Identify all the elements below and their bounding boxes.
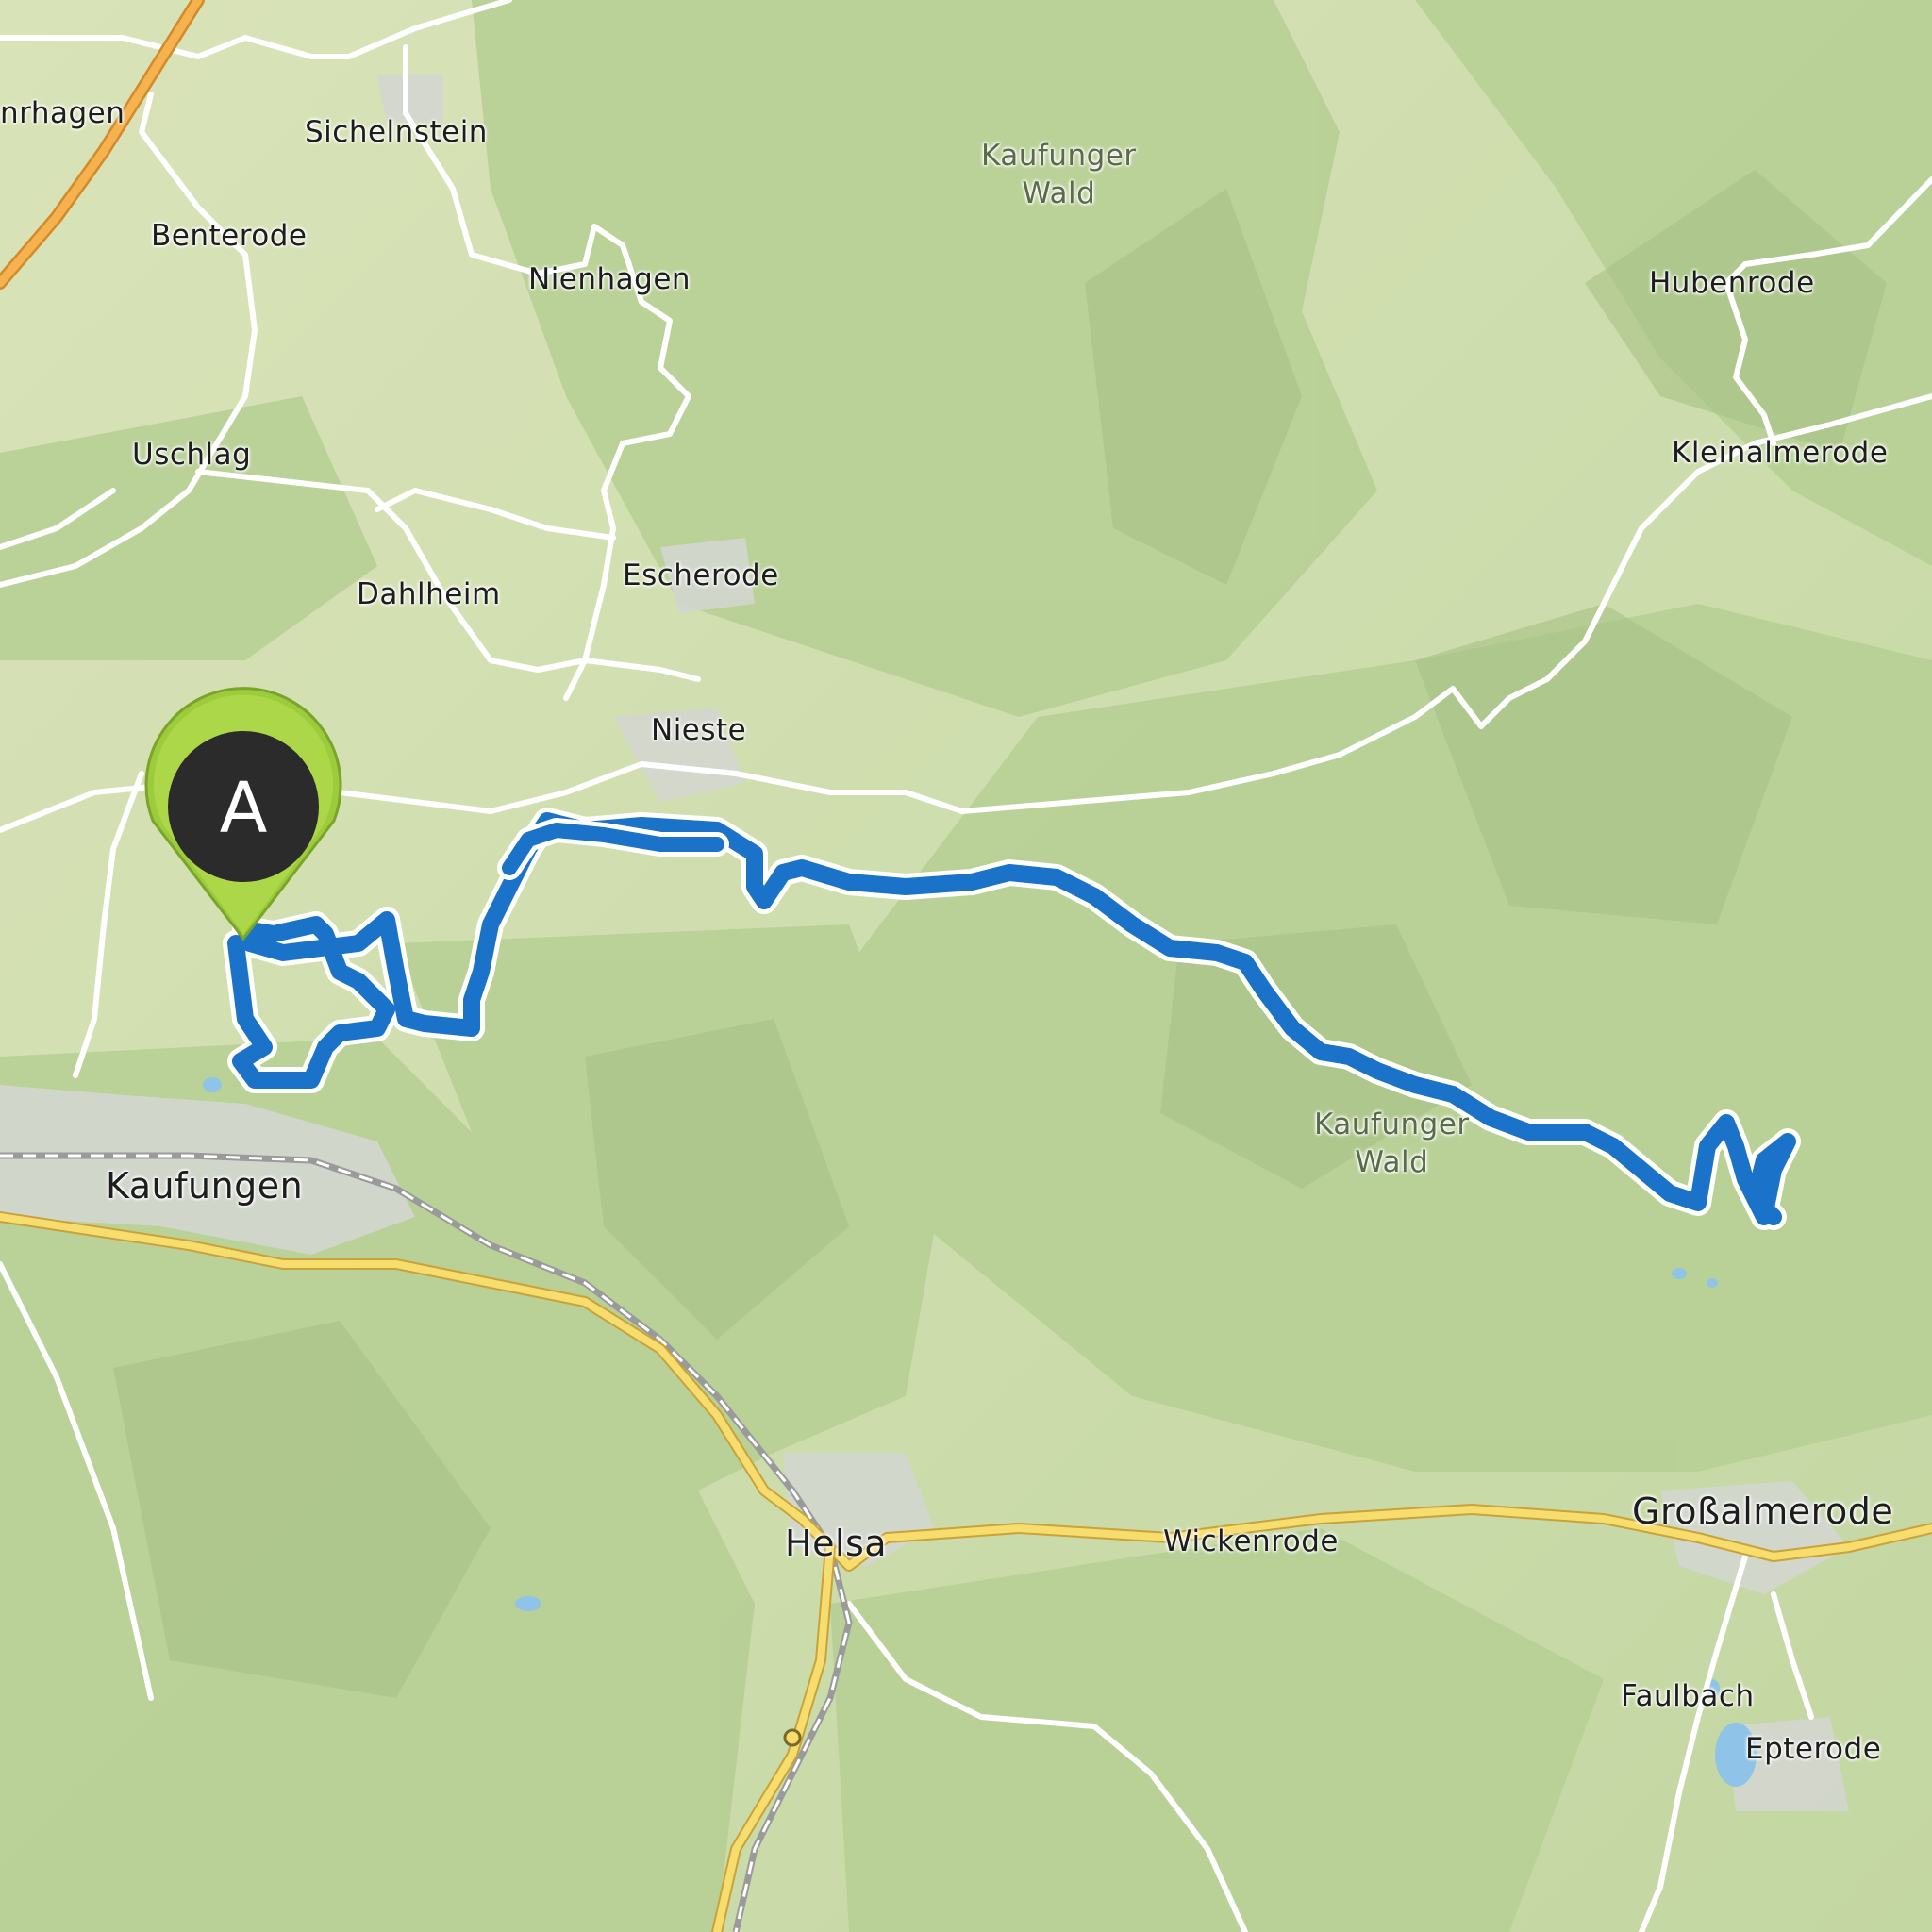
place-label-lichtenau-partial: nrhagen [0, 96, 125, 130]
place-label-nieste: Nieste [651, 713, 747, 747]
place-label-hubenrode: Hubenrode [1649, 266, 1815, 300]
place-label-wickenrode: Wickenrode [1163, 1524, 1339, 1558]
map-base-layer: A [0, 0, 1932, 1932]
place-label-faulbach: Faulbach [1621, 1679, 1755, 1713]
poi-marker [783, 1728, 802, 1747]
place-label-uschlag: Uschlag [132, 438, 252, 472]
place-label-helsa: Helsa [785, 1523, 888, 1564]
place-label-dahlheim: Dahlheim [357, 577, 501, 611]
area-label-line: Kaufunger [1314, 1108, 1470, 1141]
area-label-line: Wald [1355, 1145, 1429, 1179]
area-label-line: Wald [1022, 176, 1096, 210]
area-label-kaufunger-wald-south: Kaufunger Wald [1314, 1106, 1470, 1181]
place-label-escherode: Escherode [623, 558, 779, 592]
area-label-line: Kaufunger [981, 139, 1137, 173]
place-label-kaufungen: Kaufungen [106, 1165, 304, 1207]
start-marker-label: A [220, 768, 268, 849]
place-label-benterode: Benterode [151, 219, 308, 253]
place-label-grossalmerode: Großalmerode [1632, 1491, 1894, 1532]
place-label-sichelnstein: Sichelnstein [305, 115, 488, 149]
map-canvas[interactable]: A nrhagen Sichelnstein Benterode Nienhag… [0, 0, 1932, 1932]
area-label-kaufunger-wald-north: Kaufunger Wald [981, 137, 1137, 212]
place-label-epterode: Epterode [1745, 1732, 1882, 1766]
place-label-nienhagen: Nienhagen [528, 262, 691, 296]
place-label-kleinalmerode: Kleinalmerode [1672, 436, 1889, 470]
